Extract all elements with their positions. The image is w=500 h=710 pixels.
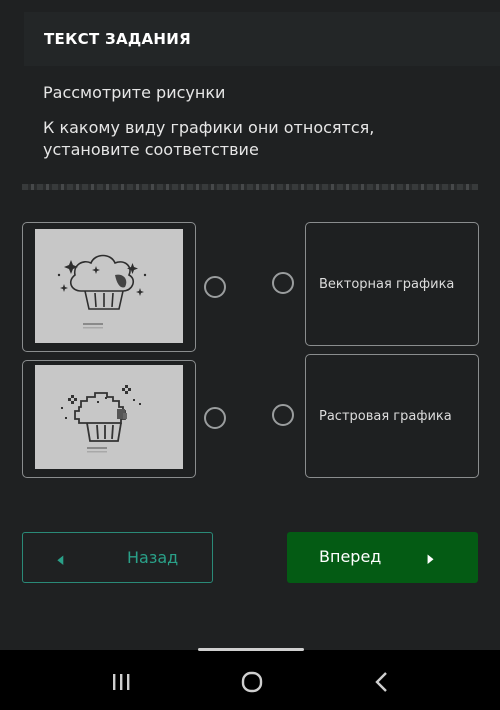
image-frame-1 <box>35 229 183 343</box>
option-label-raster: Растровая графика <box>319 409 452 424</box>
back-button-label: Назад <box>127 548 179 567</box>
gesture-handle <box>198 648 304 651</box>
image-card-2 <box>22 360 196 478</box>
recent-apps-icon[interactable] <box>111 672 131 696</box>
back-icon[interactable] <box>372 671 392 697</box>
image-1-radio[interactable] <box>204 276 226 298</box>
task-instruction-1: Рассмотрите рисунки <box>43 83 226 102</box>
task-header: ТЕКСТ ЗАДАНИЯ <box>24 12 500 66</box>
image-2-radio[interactable] <box>204 407 226 429</box>
cupcake-pixelated-icon <box>61 385 141 453</box>
image-frame-2 <box>35 365 183 469</box>
arrow-right-icon: 🢒 <box>427 549 434 570</box>
option-2-radio[interactable] <box>272 404 294 426</box>
option-card-raster[interactable]: Растровая графика <box>305 354 479 478</box>
divider <box>22 184 478 190</box>
cupcake-sharp-icon <box>57 254 147 329</box>
option-label-vector: Векторная графика <box>319 277 455 292</box>
image-card-1 <box>22 222 196 352</box>
task-instruction-2: К какому виду графики они относятся, уст… <box>43 118 375 159</box>
next-button-label: Вперед <box>319 547 382 566</box>
back-button[interactable]: 🢐 Назад <box>22 532 213 583</box>
next-button[interactable]: Вперед 🢒 <box>287 532 478 583</box>
arrow-left-icon: 🢐 <box>57 550 64 571</box>
option-1-radio[interactable] <box>272 272 294 294</box>
option-card-vector[interactable]: Векторная графика <box>305 222 479 346</box>
home-icon[interactable] <box>240 670 264 698</box>
header-title: ТЕКСТ ЗАДАНИЯ <box>44 30 191 48</box>
